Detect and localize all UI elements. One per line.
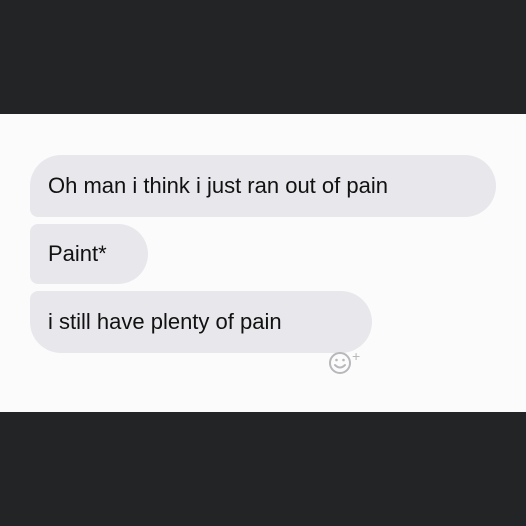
message-text: Paint*: [48, 241, 107, 266]
top-frame-bar: [0, 0, 526, 114]
bottom-frame-bar: [0, 412, 526, 526]
message-text: Oh man i think i just ran out of pain: [48, 173, 388, 198]
smiley-plus-icon: +: [329, 348, 360, 374]
chat-thread: Oh man i think i just ran out of pain Pa…: [0, 114, 526, 412]
message-text: i still have plenty of pain: [48, 309, 282, 334]
add-reaction-button[interactable]: +: [326, 348, 372, 377]
message-bubble-2[interactable]: Paint*: [30, 224, 148, 284]
message-bubble-1[interactable]: Oh man i think i just ran out of pain: [30, 155, 496, 217]
message-bubble-3[interactable]: i still have plenty of pain: [30, 291, 372, 353]
plus-label: +: [352, 349, 360, 364]
